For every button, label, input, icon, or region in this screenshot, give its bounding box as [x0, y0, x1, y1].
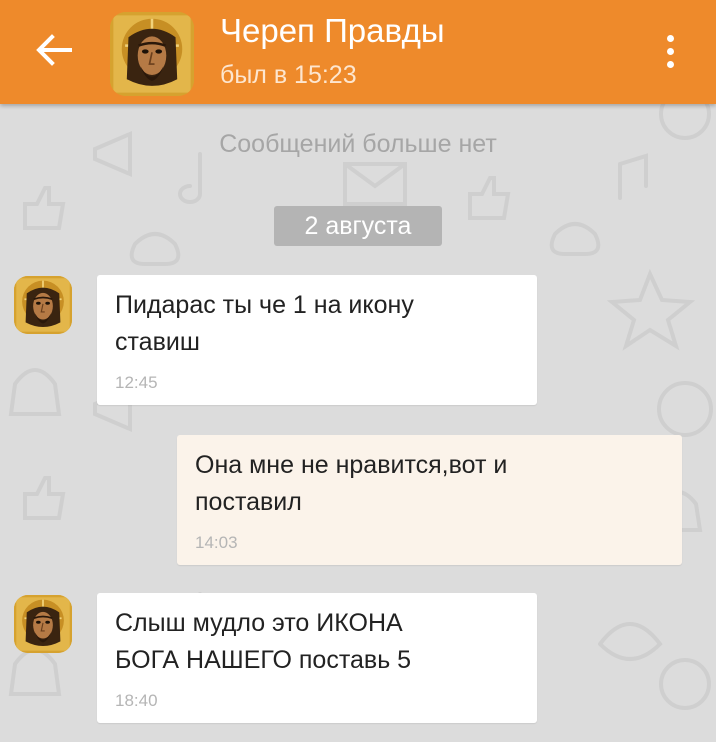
message-time: 14:03 — [195, 533, 238, 552]
message-bubble-outgoing[interactable]: Она мне не нравится,вот и поставил 14:03 — [177, 435, 682, 565]
message-text: Она мне не нравится,вот и поставил — [195, 451, 508, 516]
chat-header: Череп Правды был в 15:23 — [0, 0, 716, 104]
message-time: 12:45 — [115, 373, 158, 392]
sender-avatar[interactable] — [14, 595, 72, 653]
back-button[interactable] — [30, 30, 78, 70]
sender-avatar[interactable] — [14, 276, 72, 334]
no-more-messages-label: Сообщений больше нет — [219, 130, 497, 158]
contact-name[interactable]: Череп Правды — [220, 12, 445, 50]
message-time: 18:40 — [115, 691, 158, 710]
message-text: Пидарас ты че 1 на икону ставиш — [115, 291, 414, 356]
date-divider: 2 августа — [274, 206, 442, 246]
message-bubble-incoming[interactable]: Пидарас ты че 1 на икону ставиш 12:45 — [97, 275, 537, 405]
message-text: Слыш мудло это ИКОНА БОГА НАШЕГО поставь… — [115, 609, 412, 674]
more-vertical-icon[interactable] — [650, 26, 690, 76]
last-seen-status: был в 15:23 — [220, 61, 357, 89]
contact-avatar[interactable] — [110, 12, 194, 96]
message-bubble-incoming[interactable]: Слыш мудло это ИКОНА БОГА НАШЕГО поставь… — [97, 593, 537, 723]
arrow-left-icon — [36, 34, 72, 66]
